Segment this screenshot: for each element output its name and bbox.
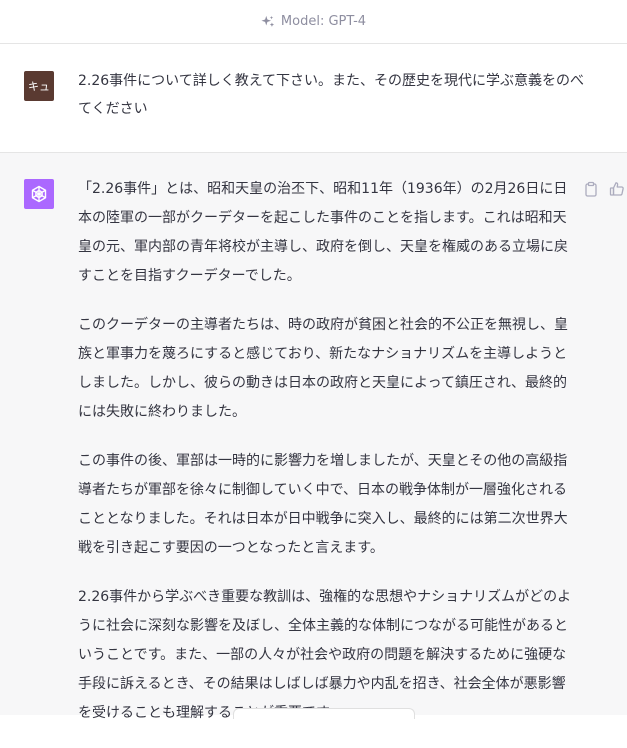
chat-header: Model: GPT-4 bbox=[0, 0, 627, 44]
user-avatar-label: キュ bbox=[28, 80, 50, 93]
clipboard-icon[interactable] bbox=[583, 181, 599, 197]
message-actions bbox=[583, 181, 625, 197]
assistant-paragraph: 2.26事件から学ぶべき重要な教訓は、強権的な思想やナショナリズムがどのように社… bbox=[78, 589, 572, 721]
regenerate-button-edge[interactable] bbox=[233, 708, 415, 719]
model-name: Model: GPT-4 bbox=[280, 14, 367, 29]
openai-logo-icon bbox=[31, 185, 47, 203]
assistant-message-content: 「2.26事件」とは、昭和天皇の治丕下、昭和11年（1936年）の2月26日に日… bbox=[78, 175, 573, 748]
assistant-paragraph: この事件の後、軍部は一時的に影響力を増しましたが、天皇とその他の高級指導者たちが… bbox=[78, 453, 568, 556]
user-message: キュ 2.26事件について詳しく教えて下さい。また、その歴史を現代に学ぶ意義をの… bbox=[0, 45, 627, 153]
user-avatar: キュ bbox=[24, 71, 54, 101]
user-message-text: 2.26事件について詳しく教えて下さい。また、その歴史を現代に学ぶ意義をのべてく… bbox=[78, 73, 585, 117]
assistant-avatar bbox=[24, 179, 54, 209]
assistant-paragraph: このクーデターの主導者たちは、時の政府が貧困と社会的不公正を無視し、皇族と軍事力… bbox=[78, 317, 568, 420]
model-label[interactable]: Model: GPT-4 bbox=[261, 14, 366, 29]
sparkle-icon bbox=[261, 15, 275, 27]
thumbs-up-icon[interactable] bbox=[609, 181, 625, 197]
assistant-paragraph: 「2.26事件」とは、昭和天皇の治丕下、昭和11年（1936年）の2月26日に日… bbox=[78, 181, 568, 284]
assistant-message: 「2.26事件」とは、昭和天皇の治丕下、昭和11年（1936年）の2月26日に日… bbox=[0, 153, 627, 721]
